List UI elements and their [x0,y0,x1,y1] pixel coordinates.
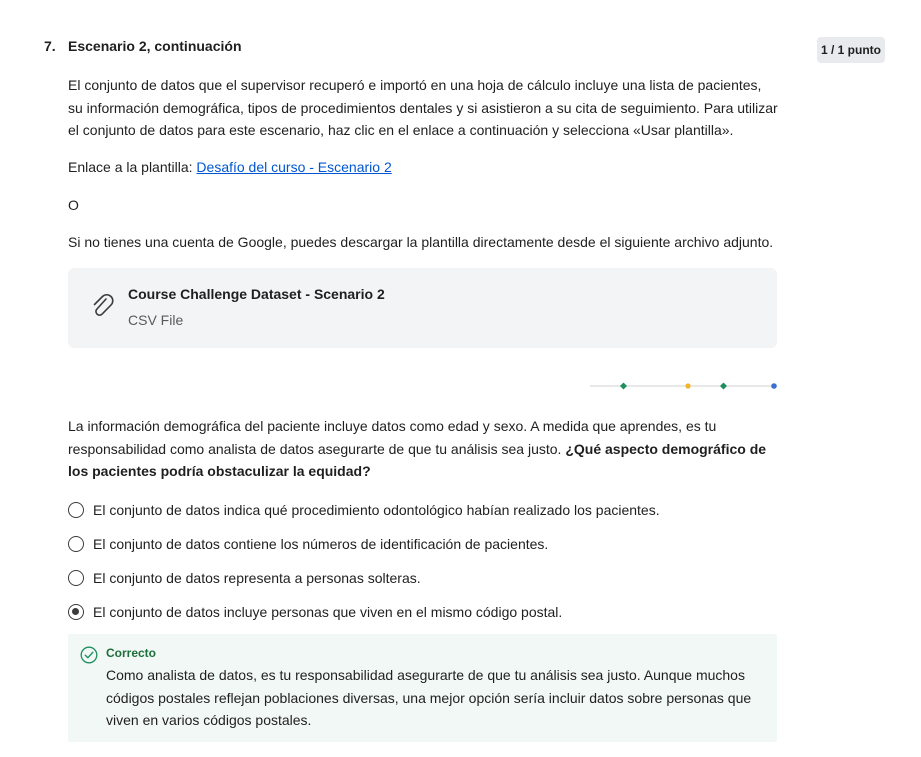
paperclip-icon [90,292,116,320]
answer-option[interactable]: El conjunto de datos contiene los número… [68,533,548,555]
option-label: El conjunto de datos representa a person… [93,570,421,586]
question-title: Escenario 2, continuación [68,38,242,54]
attachment-title[interactable]: Course Challenge Dataset - Scenario 2 [128,286,385,302]
divider-dot-3 [719,382,728,390]
radio-button-checked[interactable] [68,604,84,620]
template-line: Enlace a la plantilla: Desafío del curso… [68,156,778,179]
answer-option[interactable]: El conjunto de datos representa a person… [68,567,421,589]
template-link[interactable]: Desafío del curso - Escenario 2 [196,159,391,175]
option-label: El conjunto de datos contiene los número… [93,536,549,552]
check-circle-icon [80,646,98,664]
progress-divider [590,382,777,390]
divider-dot-4 [771,383,777,389]
intro-paragraph: El conjunto de datos que el supervisor r… [68,77,778,138]
download-instructions: Si no tienes una cuenta de Google, puede… [68,234,774,250]
option-label: El conjunto de datos incluye personas qu… [93,604,563,620]
or-text: O [68,197,79,213]
answer-option-selected[interactable]: El conjunto de datos incluye personas qu… [68,601,562,623]
divider-dot-2 [685,383,691,389]
attachment-card[interactable]: Course Challenge Dataset - Scenario 2 CS… [68,268,777,348]
radio-button[interactable] [68,502,84,518]
template-prefix: Enlace a la plantilla: [68,159,197,175]
question-prompt: La información demográfica del paciente … [68,415,778,483]
radio-button[interactable] [68,536,84,552]
feedback-box: Correcto Como analista de datos, es tu r… [68,634,777,742]
feedback-text: Como analista de datos, es tu responsabi… [106,667,752,728]
attachment-subtitle: CSV File [128,312,184,328]
points-badge: 1 / 1 punto [817,37,885,63]
question-number: 7. [44,38,56,54]
radio-button[interactable] [68,570,84,586]
option-label: El conjunto de datos indica qué procedim… [93,502,660,518]
divider-dot-1 [619,382,628,390]
answer-option[interactable]: El conjunto de datos indica qué procedim… [68,499,660,521]
feedback-title: Correcto [106,646,157,660]
